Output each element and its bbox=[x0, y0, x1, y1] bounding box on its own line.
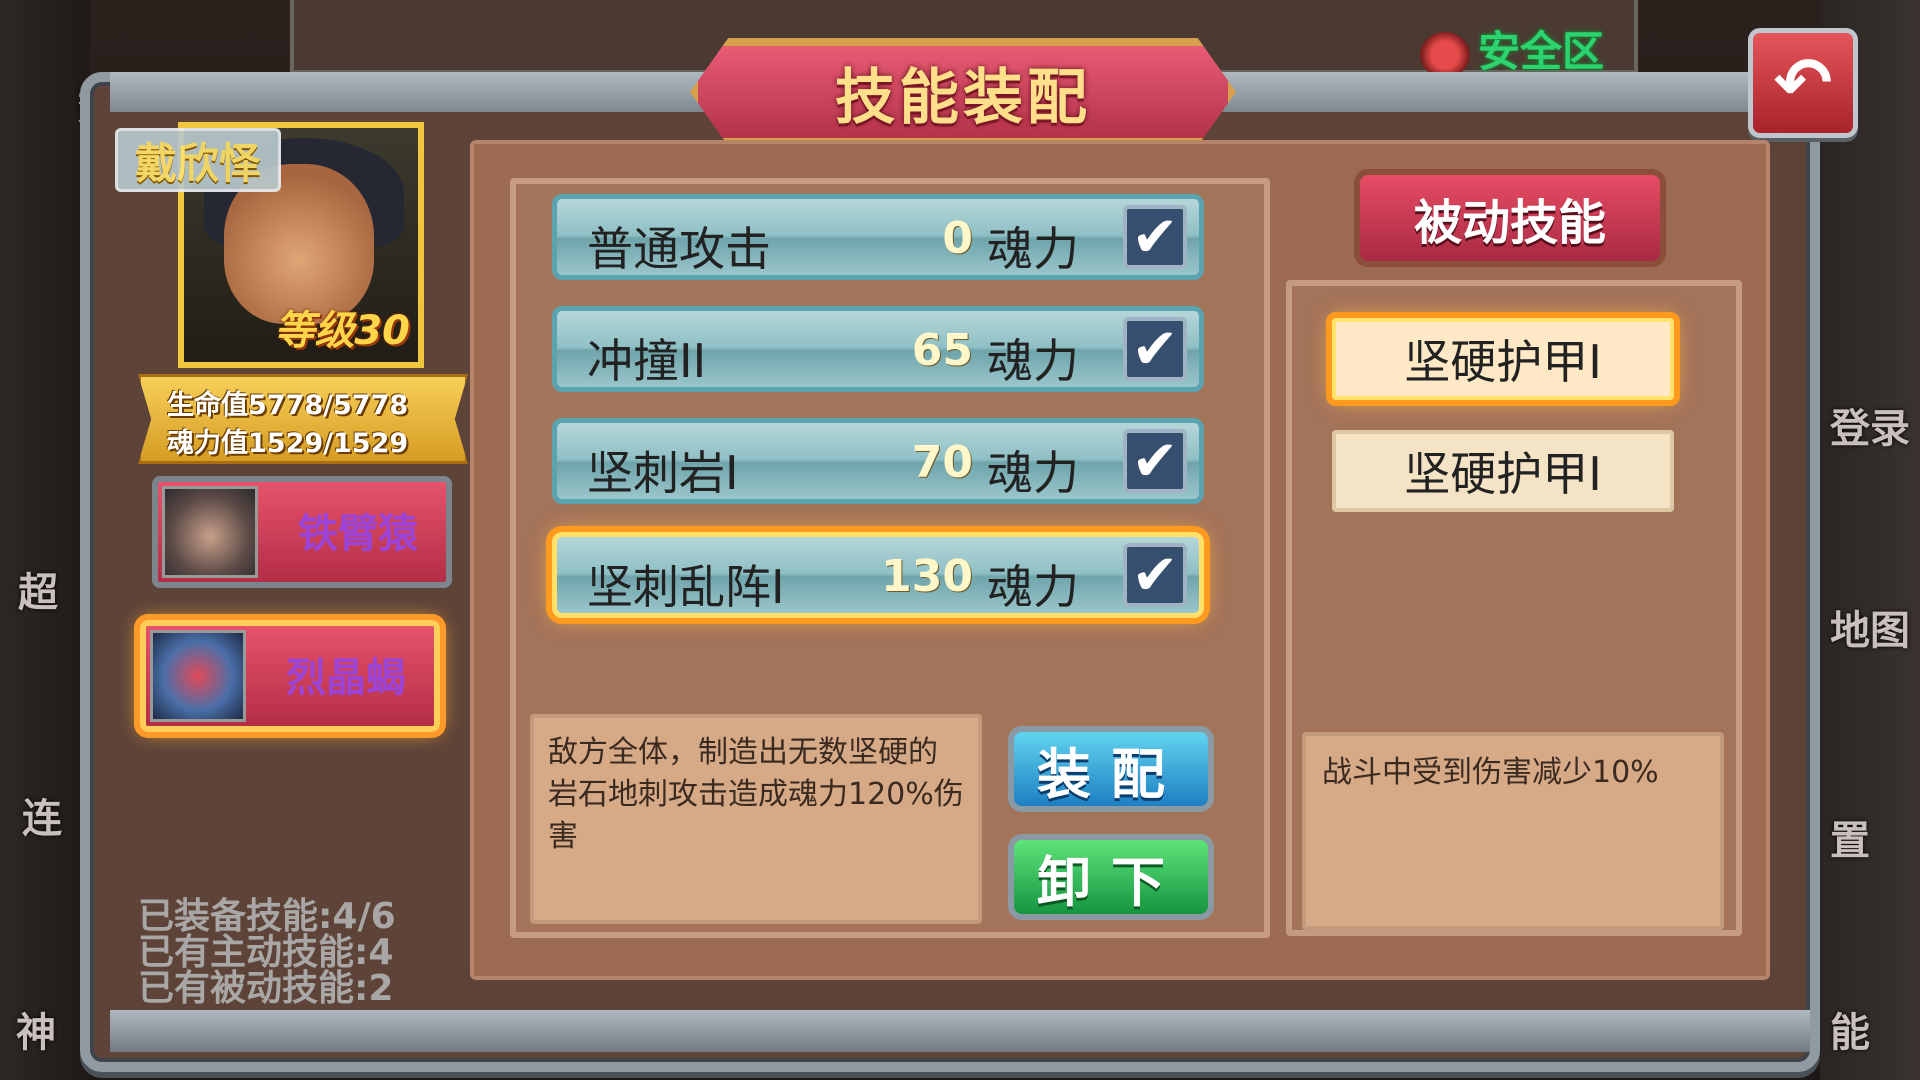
bg-label-4: 能 bbox=[1830, 1010, 1870, 1056]
safe-zone-label: 安全区 bbox=[1478, 27, 1605, 76]
passive-skill-count: 已有被动技能:2 bbox=[138, 968, 394, 1009]
bg-label-1: 登录 bbox=[1830, 406, 1910, 452]
active-skill-count: 已有主动技能:4 bbox=[138, 932, 394, 973]
equipped-skill-count: 已装备技能:4/6 bbox=[138, 896, 396, 937]
pet-name: 烈晶蝎 bbox=[286, 655, 406, 701]
pet-slot-1[interactable]: 铁臂猿 bbox=[152, 476, 452, 588]
soul-label: 魂力值1529/1529 bbox=[167, 428, 409, 459]
skill-name: 坚刺乱阵I bbox=[587, 560, 785, 614]
skill-name: 冲撞II bbox=[587, 334, 707, 388]
bg-label-7: 神 bbox=[16, 1010, 56, 1056]
equip-button[interactable]: 装配 bbox=[1008, 726, 1214, 812]
skill-row-1[interactable]: 普通攻击 0 魂力 ✔ bbox=[552, 194, 1204, 280]
passive-description-box: 战斗中受到伤害减少10% bbox=[1302, 732, 1724, 930]
passive-header-label: 被动技能 bbox=[1354, 169, 1666, 267]
skill-checkbox[interactable]: ✔ bbox=[1123, 429, 1187, 494]
skill-cost: 130 bbox=[881, 551, 973, 602]
skill-description: 敌方全体，制造出无数坚硬的岩石地刺攻击造成魂力120%伤害 bbox=[548, 735, 964, 854]
pet-ape-icon bbox=[162, 486, 258, 578]
bg-label-2: 地图 bbox=[1830, 608, 1910, 654]
passive-description: 战斗中受到伤害减少10% bbox=[1322, 755, 1659, 790]
title-banner: 技能装配 bbox=[690, 38, 1236, 146]
skill-cost-unit: 魂力 bbox=[987, 334, 1079, 388]
passive-skill-item-2[interactable]: 坚硬护甲I bbox=[1332, 430, 1674, 512]
character-stats-plate: 生命值5778/5778 魂力值1529/1529 bbox=[138, 374, 468, 464]
unload-button[interactable]: 卸下 bbox=[1008, 834, 1214, 920]
skill-cost-unit: 魂力 bbox=[987, 560, 1079, 614]
skill-row-2[interactable]: 冲撞II 65 魂力 ✔ bbox=[552, 306, 1204, 392]
skill-cost-unit: 魂力 bbox=[987, 222, 1079, 276]
skill-checkbox[interactable]: ✔ bbox=[1123, 543, 1187, 608]
skill-cost: 70 bbox=[911, 437, 973, 488]
character-level: 等级30 bbox=[274, 308, 410, 354]
skill-checkbox[interactable]: ✔ bbox=[1123, 317, 1187, 382]
pet-name: 铁臂猿 bbox=[298, 511, 418, 557]
skill-row-3[interactable]: 坚刺岩I 70 魂力 ✔ bbox=[552, 418, 1204, 504]
skill-checkbox[interactable]: ✔ bbox=[1123, 205, 1187, 270]
pet-scorpion-icon bbox=[150, 630, 246, 722]
dialog-title: 技能装配 bbox=[835, 62, 1091, 133]
hp-label: 生命值5778/5778 bbox=[167, 390, 409, 421]
passive-header: 被动技能 bbox=[1340, 168, 1680, 268]
character-name: 戴欣怿 bbox=[115, 128, 281, 192]
skill-cost: 0 bbox=[942, 213, 973, 264]
skill-name: 普通攻击 bbox=[587, 222, 771, 276]
bg-label-5: 超 bbox=[18, 570, 58, 616]
bg-label-3: 置 bbox=[1830, 818, 1870, 864]
back-arrow-icon: ↶ bbox=[1773, 42, 1833, 124]
skill-name: 坚刺岩I bbox=[587, 446, 739, 500]
back-button[interactable]: ↶ bbox=[1748, 28, 1858, 138]
background-right-strip bbox=[1820, 0, 1920, 1080]
bg-label-6: 连 bbox=[22, 796, 62, 842]
frame-rail-bottom bbox=[110, 1010, 1810, 1052]
skill-description-box: 敌方全体，制造出无数坚硬的岩石地刺攻击造成魂力120%伤害 bbox=[530, 714, 982, 924]
background-left-strip bbox=[0, 0, 90, 1080]
pet-slot-2[interactable]: 烈晶蝎 bbox=[140, 620, 440, 732]
passive-skill-item-1[interactable]: 坚硬护甲I bbox=[1332, 318, 1674, 400]
skill-cost-unit: 魂力 bbox=[987, 446, 1079, 500]
safe-zone-indicator: 安全区 bbox=[1420, 18, 1630, 78]
skill-row-4[interactable]: 坚刺乱阵I 130 魂力 ✔ bbox=[552, 532, 1204, 618]
safe-zone-house-icon bbox=[1420, 31, 1470, 78]
skill-cost: 65 bbox=[911, 325, 973, 376]
